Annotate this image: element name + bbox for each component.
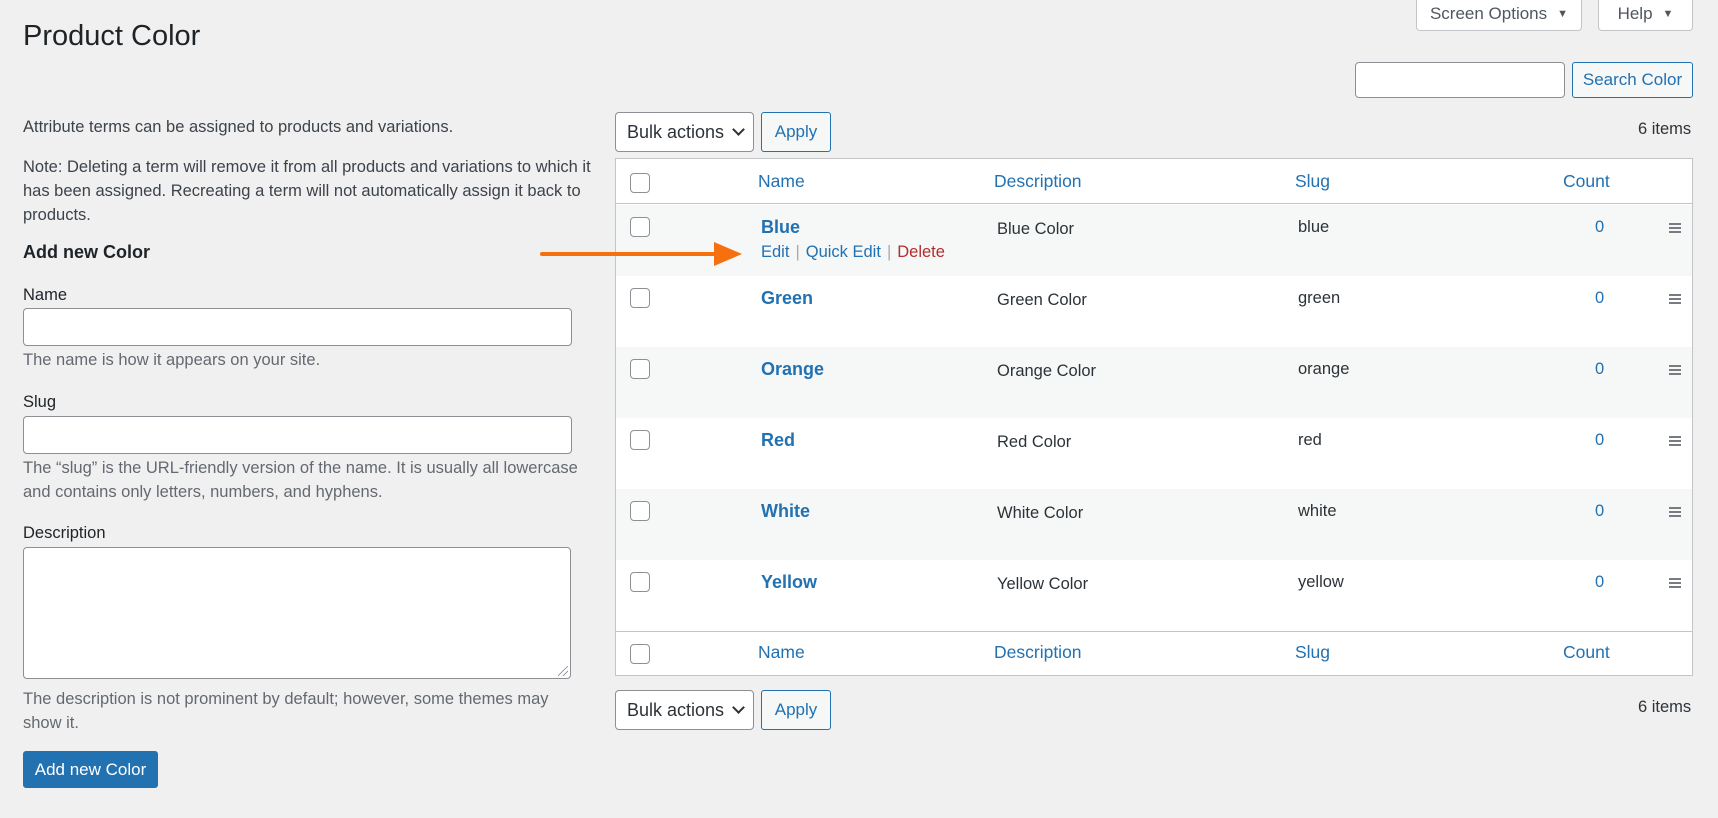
row-checkbox[interactable] (630, 572, 650, 592)
term-count-link[interactable]: 0 (1595, 431, 1604, 450)
term-description: White Color (997, 504, 1084, 522)
term-count-link[interactable]: 0 (1595, 360, 1604, 379)
term-name-link[interactable]: Red (761, 430, 795, 451)
search-input[interactable] (1355, 62, 1565, 98)
term-slug: yellow (1298, 573, 1344, 591)
quick-edit-link[interactable]: Quick Edit (806, 243, 881, 261)
term-slug: blue (1298, 218, 1330, 236)
column-count-footer[interactable]: Count (1563, 642, 1610, 663)
slug-help: The “slug” is the URL-friendly version o… (23, 459, 578, 501)
term-count-link[interactable]: 0 (1595, 218, 1604, 237)
table-row: Green Green Color green 0 (616, 276, 1692, 347)
select-all-checkbox[interactable] (630, 173, 650, 193)
term-name-link[interactable]: Orange (761, 359, 824, 380)
note-text: Note: Deleting a term will remove it fro… (23, 158, 591, 224)
form-heading: Add new Color (23, 242, 150, 262)
arrow-right-icon (714, 242, 742, 266)
term-description: Green Color (997, 291, 1087, 309)
drag-handle-icon[interactable] (1669, 365, 1681, 375)
name-label: Name (23, 286, 68, 304)
apply-button[interactable]: Apply (761, 112, 831, 152)
separator: | (886, 243, 892, 261)
intro-text: Attribute terms can be assigned to produ… (23, 118, 454, 136)
separator: | (795, 243, 800, 261)
term-slug: white (1298, 502, 1337, 520)
search-button[interactable]: Search Color (1572, 62, 1693, 98)
slug-field[interactable] (23, 416, 572, 454)
description-field[interactable] (23, 547, 571, 679)
name-field[interactable] (23, 308, 572, 346)
delete-link[interactable]: Delete (897, 243, 945, 261)
bulk-actions-value: Bulk actions (627, 121, 725, 142)
row-checkbox[interactable] (630, 288, 650, 308)
apply-button-bottom[interactable]: Apply (761, 690, 831, 730)
column-description-header[interactable]: Description (994, 171, 1082, 192)
column-name-footer[interactable]: Name (758, 642, 805, 663)
name-help: The name is how it appears on your site. (23, 351, 321, 369)
column-name-header[interactable]: Name (758, 171, 805, 192)
table-header: Name Description Slug Count (616, 159, 1692, 204)
add-new-color-button[interactable]: Add new Color (23, 751, 158, 788)
help-tab[interactable]: Help ▼ (1598, 0, 1693, 31)
chevron-down-icon (732, 701, 745, 714)
select-all-checkbox[interactable] (630, 644, 650, 664)
term-description: Red Color (997, 433, 1072, 451)
table-row: Orange Orange Color orange 0 (616, 347, 1692, 418)
bulk-actions-value: Bulk actions (627, 699, 725, 720)
row-checkbox[interactable] (630, 501, 650, 521)
slug-label: Slug (23, 393, 57, 411)
table-row: Blue Edit | Quick Edit | Delete Blue Color b… (616, 205, 1692, 276)
table-row: White White Color white 0 (616, 489, 1692, 560)
term-description: Blue Color (997, 220, 1075, 238)
column-slug-footer[interactable]: Slug (1295, 642, 1330, 663)
screen-options-tab[interactable]: Screen Options ▼ (1416, 0, 1582, 31)
drag-handle-icon[interactable] (1669, 223, 1681, 233)
items-count-bottom: 6 items (1638, 698, 1692, 716)
row-checkbox[interactable] (630, 217, 650, 237)
table-footer: Name Description Slug Count (616, 631, 1692, 676)
description-help: The description is not prominent by defa… (23, 690, 549, 732)
term-description: Yellow Color (997, 575, 1089, 593)
row-actions: Edit | Quick Edit | Delete (761, 243, 945, 262)
caret-down-icon: ▼ (1557, 8, 1569, 20)
page-title: Product Color (23, 20, 201, 52)
term-name-link[interactable]: Yellow (761, 572, 817, 593)
term-count-link[interactable]: 0 (1595, 289, 1604, 308)
drag-handle-icon[interactable] (1669, 436, 1681, 446)
term-slug: orange (1298, 360, 1350, 378)
term-slug: red (1298, 431, 1322, 449)
items-count: 6 items (1638, 120, 1692, 138)
table-row: Red Red Color red 0 (616, 418, 1692, 489)
row-checkbox[interactable] (630, 359, 650, 379)
edit-link[interactable]: Edit (761, 243, 789, 261)
term-name-link[interactable]: Green (761, 288, 813, 309)
description-label: Description (23, 524, 106, 542)
term-slug: green (1298, 289, 1341, 307)
column-slug-header[interactable]: Slug (1295, 171, 1330, 192)
row-checkbox[interactable] (630, 430, 650, 450)
chevron-down-icon (732, 123, 745, 136)
table-row: Yellow Yellow Color yellow 0 (616, 560, 1692, 631)
term-name-link[interactable]: Blue (761, 217, 800, 238)
annotation-arrow-shaft (540, 252, 720, 256)
screen-options-label: Screen Options (1429, 4, 1548, 23)
column-count-header[interactable]: Count (1563, 171, 1610, 192)
help-label: Help (1617, 4, 1653, 23)
drag-handle-icon[interactable] (1669, 578, 1681, 588)
caret-down-icon: ▼ (1662, 8, 1674, 20)
bulk-actions-select[interactable]: Bulk actions (615, 112, 754, 152)
column-description-footer[interactable]: Description (994, 642, 1082, 663)
terms-table: Name Description Slug Count Blue Edit | Qu… (615, 158, 1693, 676)
drag-handle-icon[interactable] (1669, 294, 1681, 304)
term-count-link[interactable]: 0 (1595, 573, 1604, 592)
term-description: Orange Color (997, 362, 1097, 380)
term-count-link[interactable]: 0 (1595, 502, 1604, 521)
term-name-link[interactable]: White (761, 501, 810, 522)
resize-grip-icon[interactable] (558, 666, 568, 676)
drag-handle-icon[interactable] (1669, 507, 1681, 517)
bulk-actions-select-bottom[interactable]: Bulk actions (615, 690, 754, 730)
